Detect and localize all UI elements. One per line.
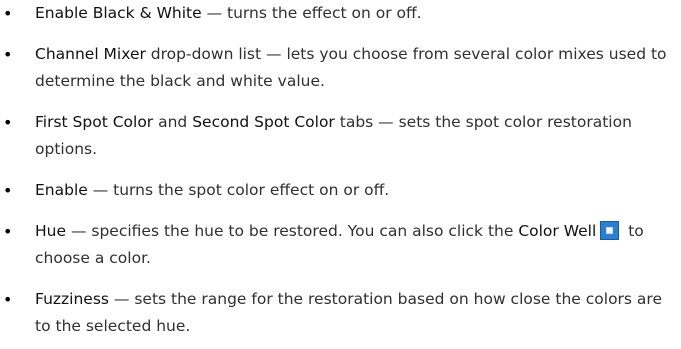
description: — specifies the hue to be restored. You … [66,222,519,240]
term-color-well: Color Well [518,222,597,240]
list-item: • Fuzziness — sets the range for the res… [0,286,681,340]
term-channel-mixer: Channel Mixer [35,45,146,63]
connector: and [153,113,193,131]
options-list: • Enable Black & White — turns the effec… [0,0,681,340]
bullet: • [3,181,13,200]
description: — turns the spot color effect on or off. [87,181,390,199]
bullet: • [3,4,13,23]
color-well-swatch [606,227,614,234]
bullet: • [3,290,13,309]
term-enable-black-white: Enable Black & White [35,4,202,22]
description: — turns the effect on or off. [201,4,422,22]
description: — sets the range for the restoration bas… [35,290,662,335]
list-item: • First Spot Color and Second Spot Color… [0,109,681,163]
list-item: • Hue — specifies the hue to be restored… [0,218,681,272]
list-item: • Enable — turns the spot color effect o… [0,177,681,204]
term-hue: Hue [35,222,67,240]
term-enable: Enable [35,181,88,199]
color-well-icon [600,221,620,240]
bullet: • [3,45,13,64]
bullet: • [3,222,13,241]
term-fuzziness: Fuzziness [35,290,109,308]
list-item: • Enable Black & White — turns the effec… [0,0,681,27]
term-second-spot-color: Second Spot Color [192,113,335,131]
bullet: • [3,113,13,132]
list-item: • Channel Mixer drop-down list — lets yo… [0,41,681,95]
term-first-spot-color: First Spot Color [35,113,154,131]
